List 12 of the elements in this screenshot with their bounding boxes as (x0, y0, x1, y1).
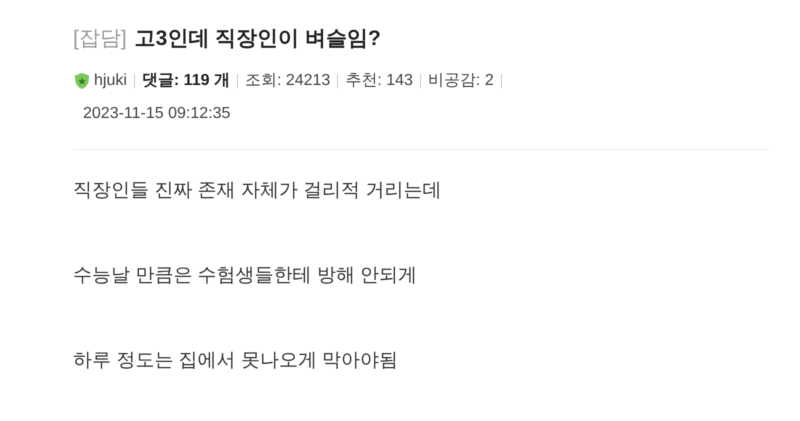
category-tag: [잡담] (73, 22, 127, 56)
body-text: 수능날 만큼은 수험생들한테 방해 안되게 (73, 264, 418, 288)
post-stat: 댓글: 119 개 (142, 71, 230, 91)
shield-icon (73, 72, 91, 90)
post-stat: 추천: 143 (345, 71, 413, 91)
body-text: 하루 정도는 집에서 못나오게 막아야됨 (73, 349, 398, 373)
post-stat: 비공감: 2 (428, 71, 494, 91)
body-text: 직장인들 진짜 존재 자체가 걸리적 거리는데 (73, 179, 442, 203)
author-name[interactable]: hjuki (94, 70, 127, 92)
post-date: 2023-11-15 09:12:35 (83, 104, 230, 124)
post-stat: 조회: 24213 (244, 71, 330, 91)
post-title: 고3인데 직장인이 벼슬임? (134, 26, 381, 52)
